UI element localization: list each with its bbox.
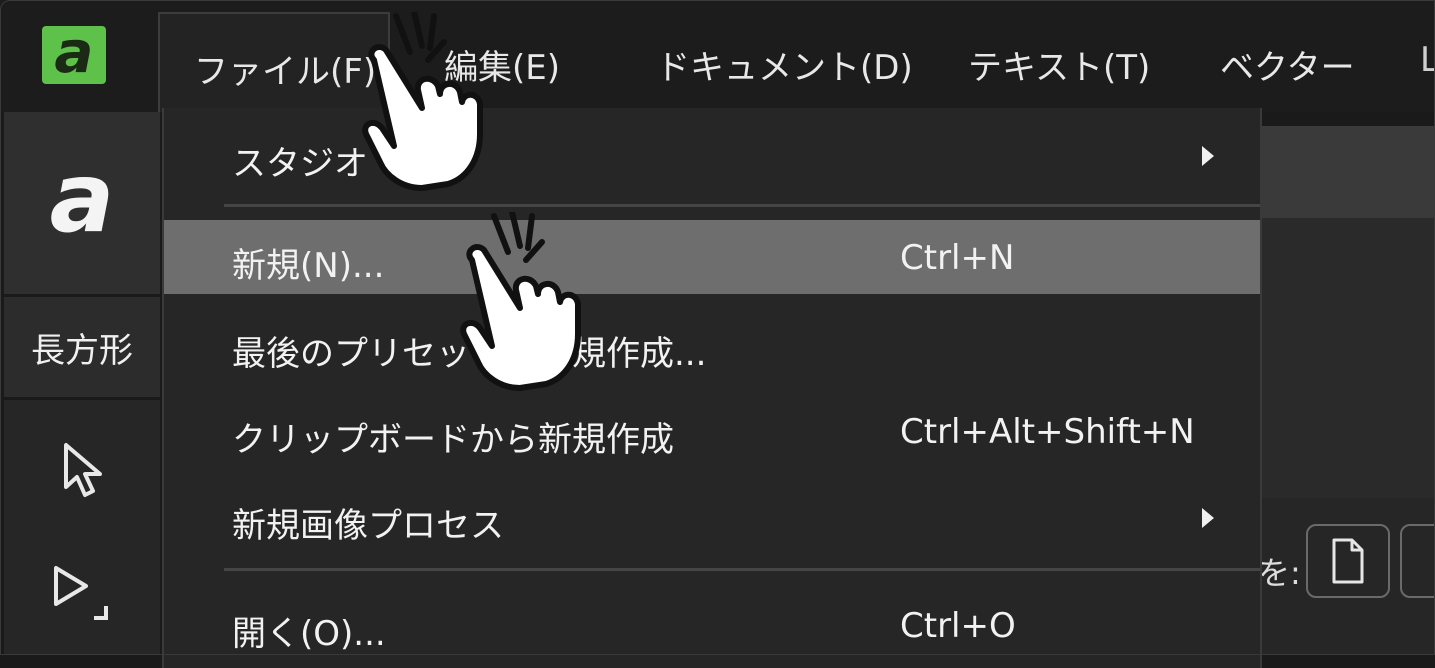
context-panel-header bbox=[1262, 126, 1435, 218]
move-tool-button[interactable] bbox=[4, 420, 160, 520]
menu-overflow[interactable]: L bbox=[1420, 40, 1435, 80]
submenu-arrow-icon bbox=[1202, 146, 1214, 166]
app-logo-letter: a bbox=[54, 18, 94, 86]
menu-document[interactable]: ドキュメント(D) bbox=[656, 40, 913, 89]
menu-item-label: クリップボードから新規作成 bbox=[232, 420, 674, 460]
persona-logo[interactable]: a bbox=[4, 112, 160, 294]
menu-item-open[interactable]: 開く(O)... Ctrl+O bbox=[164, 588, 1260, 662]
menu-item-shortcut: Ctrl+Alt+Shift+N bbox=[900, 412, 1195, 452]
menu-item-label: 開く(O)... bbox=[232, 614, 386, 654]
menu-item-label: スタジオ bbox=[232, 144, 368, 184]
menu-item-label: 新規(N)... bbox=[232, 246, 385, 286]
context-panel-body bbox=[1262, 218, 1435, 498]
menu-item-new-from-preset[interactable]: 最後のプリセットで新規作成... bbox=[164, 308, 1260, 382]
document-button[interactable] bbox=[1306, 524, 1390, 598]
node-tool-button[interactable] bbox=[4, 542, 160, 642]
menu-bar: a ファイル(F) 編集(E) ドキュメント(D) テキスト(T) ベクター L bbox=[0, 0, 1435, 112]
menu-separator bbox=[224, 568, 1260, 571]
menu-item-new[interactable]: 新規(N)... Ctrl+N bbox=[164, 220, 1260, 294]
menu-item-new-image-process[interactable]: 新規画像プロセス bbox=[164, 480, 1260, 554]
shape-tool-label[interactable]: 長方形 bbox=[4, 297, 160, 397]
menu-item-shortcut: Ctrl+O bbox=[900, 606, 1016, 646]
file-menu-dropdown: スタジオ 新規(N)... Ctrl+N 最後のプリセットで新規作成... クリ… bbox=[162, 108, 1262, 668]
menu-item-studio[interactable]: スタジオ bbox=[164, 118, 1260, 192]
menu-item-shortcut: Ctrl+N bbox=[900, 238, 1015, 278]
menu-text[interactable]: テキスト(T) bbox=[968, 40, 1150, 89]
pointing-hand-icon bbox=[362, 12, 483, 191]
menu-item-label: 新規画像プロセス bbox=[232, 506, 504, 546]
menu-item-new-from-clipboard[interactable]: クリップボードから新規作成 Ctrl+Alt+Shift+N bbox=[164, 394, 1260, 468]
document-icon bbox=[1332, 538, 1364, 584]
menu-vector[interactable]: ベクター bbox=[1220, 40, 1355, 89]
toolbar-divider bbox=[4, 397, 160, 400]
pointer-arrow-icon bbox=[64, 443, 102, 497]
submenu-arrow-icon bbox=[1202, 508, 1214, 528]
node-select-icon bbox=[54, 566, 108, 620]
app-logo[interactable]: a bbox=[42, 18, 106, 86]
menu-separator bbox=[224, 204, 1260, 207]
context-panel-label: を: bbox=[1258, 554, 1301, 592]
left-toolbar: a 長方形 bbox=[4, 112, 160, 655]
menu-file-label: ファイル(F) bbox=[194, 52, 377, 92]
persona-logo-letter: a bbox=[49, 142, 115, 254]
pointing-hand-icon bbox=[460, 212, 581, 391]
secondary-button[interactable] bbox=[1400, 524, 1435, 598]
